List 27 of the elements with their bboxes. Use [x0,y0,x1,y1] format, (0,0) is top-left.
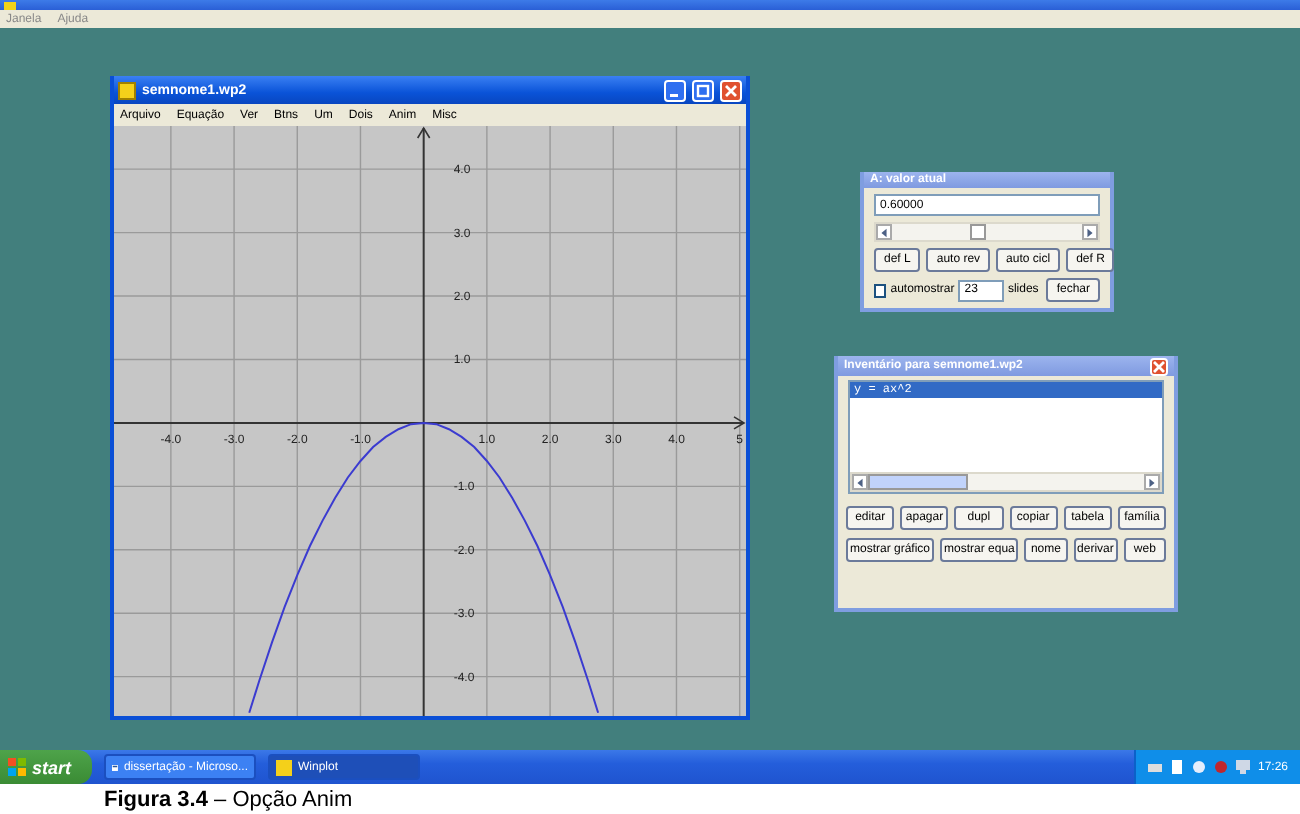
maximize-icon [696,83,710,97]
slider-thumb[interactable] [969,224,986,240]
left-arrow-icon [854,475,866,489]
checkbox[interactable] [874,283,887,297]
document-icon[interactable] [1169,760,1184,774]
document-icon [112,759,118,775]
close-button[interactable] [1150,357,1168,375]
keyboard-icon[interactable] [1147,760,1162,774]
close-icon [1152,359,1166,373]
figure-caption: Figura 3.4 – Opção Anim [104,787,353,811]
circle-icon[interactable] [1191,760,1206,774]
maximize-button[interactable] [692,79,714,101]
close-button[interactable] [720,79,742,101]
flag-icon [8,758,26,776]
app-icon [276,759,292,775]
scrollbar-thumb[interactable] [868,474,968,490]
minimize-button[interactable] [664,79,686,101]
right-arrow-icon [1146,475,1158,489]
monitor-icon[interactable] [1235,760,1250,774]
close-icon [724,83,738,97]
scrollbar[interactable] [850,472,1162,492]
right-arrow-icon [1084,225,1096,239]
left-arrow-icon [878,225,890,239]
app-icon [118,81,136,99]
start-button[interactable]: start [0,750,92,784]
slider[interactable] [874,222,1100,242]
app-icon [4,2,16,10]
